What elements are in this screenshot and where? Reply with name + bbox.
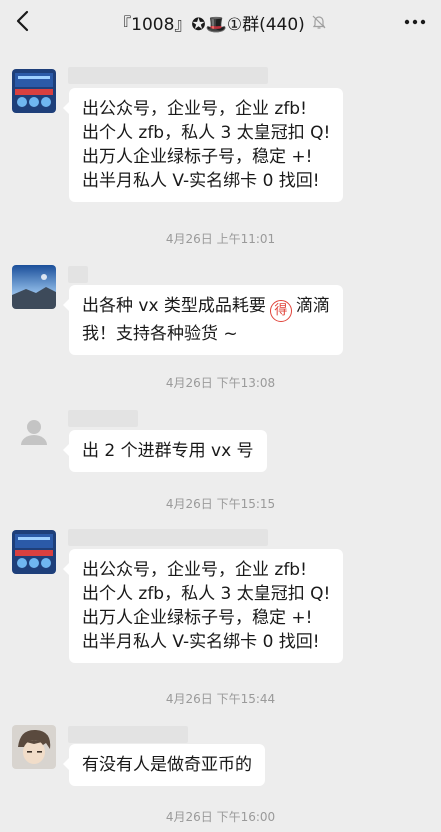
sender-name-blurred — [68, 529, 268, 546]
muted-bell-icon — [311, 14, 327, 30]
chat-header: 『1008』✪🎩①群(440) — [0, 0, 441, 44]
message-text: 出万人企业绿标子号，稳定 +! — [82, 608, 313, 628]
sender-name-blurred — [68, 266, 88, 283]
message-text: 有没有人是做奇亚币的 — [82, 755, 252, 775]
sender-name-blurred — [68, 67, 268, 84]
timestamp: 4月26日 下午15:15 — [165, 497, 276, 511]
message-text: 出万人企业绿标子号，稳定 +! — [82, 147, 313, 167]
more-dots-icon[interactable] — [401, 8, 429, 36]
sender-name-blurred — [68, 726, 188, 743]
message-bubble[interactable]: 出公众号，企业号，企业 zfb! 出个人 zfb，私人 3 太皇冠扣 Q! 出万… — [62, 549, 344, 663]
message-text: 出半月私人 V-实名绑卡 0 找回! — [82, 632, 320, 652]
anime-character-avatar[interactable] — [12, 725, 56, 769]
message-text: 出各种 vx 类型成品耗要得滴滴 — [82, 294, 330, 322]
message-bubble[interactable]: 出公众号，企业号，企业 zfb! 出个人 zfb，私人 3 太皇冠扣 Q! 出万… — [62, 88, 344, 202]
landscape-avatar[interactable] — [12, 265, 56, 309]
back-arrow-icon[interactable] — [8, 6, 36, 36]
message-text: 出个人 zfb，私人 3 太皇冠扣 Q! — [82, 584, 331, 604]
sender-name-blurred — [68, 410, 138, 427]
chat-title: 『1008』✪🎩①群(440) — [60, 0, 381, 44]
message-bubble[interactable]: 出各种 vx 类型成品耗要得滴滴 我！支持各种验货 ~ — [63, 285, 343, 355]
timestamp: 4月26日 下午13:08 — [165, 376, 276, 390]
message-text: 出半月私人 V-实名绑卡 0 找回! — [82, 171, 320, 191]
timestamp: 4月26日 下午15:44 — [165, 692, 276, 706]
message-bubble[interactable]: 出 2 个进群专用 vx 号 — [63, 430, 267, 472]
timestamp: 4月26日 下午16:00 — [165, 810, 276, 824]
de-emoji-icon: 得 — [269, 300, 292, 322]
banner-logo-avatar[interactable] — [12, 530, 56, 574]
default-person-avatar[interactable] — [12, 411, 56, 455]
message-bubble[interactable]: 有没有人是做奇亚币的 — [63, 744, 265, 786]
message-text: 我！支持各种验货 ~ — [82, 324, 238, 344]
message-text: 出 2 个进群专用 vx 号 — [82, 441, 254, 461]
banner-logo-avatar[interactable] — [12, 69, 56, 113]
message-text: 出公众号，企业号，企业 zfb! — [82, 99, 307, 119]
group-name: 『1008』✪🎩①群(440) — [114, 14, 305, 35]
message-text: 出公众号，企业号，企业 zfb! — [82, 560, 307, 580]
timestamp: 4月26日 上午11:01 — [165, 232, 276, 246]
message-text: 出个人 zfb，私人 3 太皇冠扣 Q! — [82, 123, 331, 143]
